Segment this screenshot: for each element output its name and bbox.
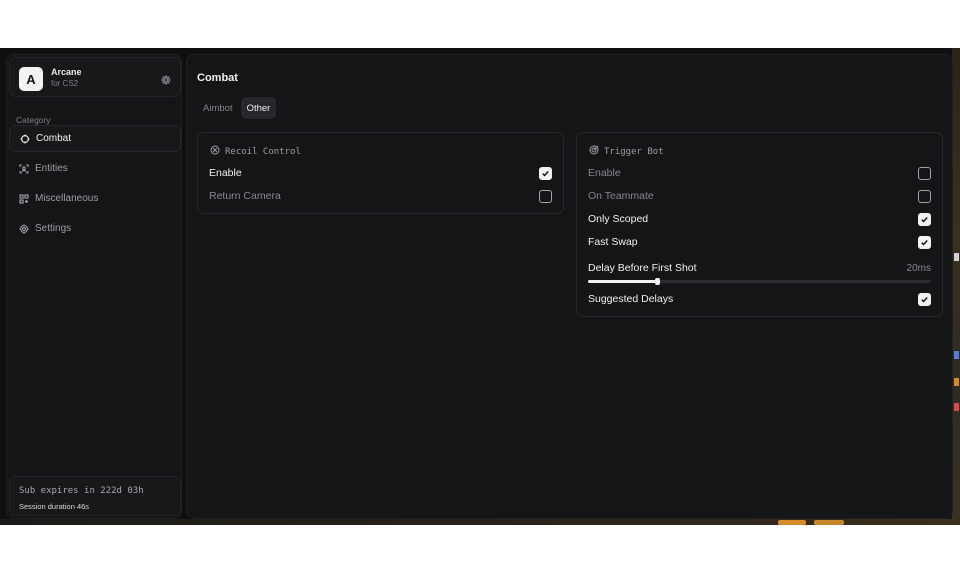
subscription-info: Sub expires in 222d 03h Session duration… bbox=[9, 476, 181, 516]
sidebar-item-settings[interactable]: Settings bbox=[9, 215, 181, 242]
app-window: A Arcane for CS2 Category Combat Entitie… bbox=[0, 48, 960, 525]
sidebar-item-miscellaneous[interactable]: Miscellaneous bbox=[9, 185, 181, 212]
gear-icon[interactable] bbox=[160, 73, 172, 85]
tab-bar: Aimbot Other bbox=[197, 97, 277, 119]
sidebar: A Arcane for CS2 Category Combat Entitie… bbox=[6, 54, 182, 519]
option-label: Fast Swap bbox=[588, 236, 638, 248]
game-background-bottom bbox=[0, 519, 960, 525]
only-scoped-checkbox[interactable] bbox=[918, 212, 931, 226]
game-hud-fragment bbox=[954, 378, 959, 386]
recoil-control-panel: Recoil Control Enable Return Camera bbox=[197, 132, 564, 214]
option-row: Return Camera bbox=[209, 187, 552, 205]
option-label: Only Scoped bbox=[588, 213, 649, 225]
delay-slider-row: Delay Before First Shot 20ms bbox=[588, 259, 931, 277]
panel-title: Recoil Control bbox=[225, 146, 301, 157]
trigger-bot-panel: Trigger Bot Enable On Teammate Only Scop… bbox=[576, 132, 943, 317]
option-row: Suggested Delays bbox=[588, 290, 931, 308]
panel-header: Recoil Control bbox=[210, 145, 301, 158]
option-row: On Teammate bbox=[588, 187, 931, 205]
session-duration: Session duration 46s bbox=[19, 502, 90, 511]
main-content: Combat Aimbot Other Recoil Control Enabl… bbox=[186, 54, 953, 519]
target-icon bbox=[589, 145, 599, 158]
trigger-enable-checkbox[interactable] bbox=[918, 166, 931, 180]
crosshair-icon bbox=[20, 134, 30, 144]
sidebar-item-label: Combat bbox=[36, 133, 72, 144]
slider-fill bbox=[588, 280, 657, 283]
delay-slider[interactable] bbox=[588, 278, 931, 285]
subscription-expiry: Sub expires in 222d 03h bbox=[19, 486, 144, 496]
entities-icon bbox=[19, 163, 29, 174]
slider-label: Delay Before First Shot bbox=[588, 262, 697, 274]
sidebar-item-label: Settings bbox=[35, 223, 72, 234]
game-hud-fragment bbox=[954, 403, 959, 411]
tab-other[interactable]: Other bbox=[240, 97, 277, 119]
brand-logo: A bbox=[19, 67, 43, 91]
panel-title: Trigger Bot bbox=[604, 146, 664, 157]
sidebar-item-entities[interactable]: Entities bbox=[9, 155, 181, 182]
sidebar-item-label: Miscellaneous bbox=[35, 193, 99, 204]
gear-icon bbox=[19, 223, 29, 234]
page-title: Combat bbox=[197, 72, 238, 84]
misc-icon bbox=[19, 193, 29, 204]
brand-name: Arcane bbox=[51, 67, 82, 77]
sidebar-item-label: Entities bbox=[35, 163, 68, 174]
option-label: Enable bbox=[588, 167, 621, 179]
fast-swap-checkbox[interactable] bbox=[918, 235, 931, 249]
slider-thumb[interactable] bbox=[654, 278, 660, 285]
slider-value: 20ms bbox=[906, 262, 931, 274]
option-row: Enable bbox=[209, 164, 552, 182]
game-background-edge bbox=[952, 48, 960, 525]
return-camera-checkbox[interactable] bbox=[539, 189, 552, 203]
sidebar-item-combat[interactable]: Combat bbox=[9, 125, 181, 152]
recoil-icon bbox=[210, 145, 220, 158]
enable-checkbox[interactable] bbox=[539, 166, 552, 180]
brand-header: A Arcane for CS2 bbox=[9, 57, 181, 97]
tab-aimbot[interactable]: Aimbot bbox=[197, 97, 239, 119]
option-row: Enable bbox=[588, 164, 931, 182]
option-label: On Teammate bbox=[588, 190, 654, 202]
option-row: Fast Swap bbox=[588, 233, 931, 251]
panel-header: Trigger Bot bbox=[589, 145, 664, 158]
game-hud-fragment bbox=[954, 253, 959, 261]
on-teammate-checkbox[interactable] bbox=[918, 189, 931, 203]
suggested-delays-checkbox[interactable] bbox=[918, 292, 931, 306]
brand-subtitle: for CS2 bbox=[51, 79, 79, 88]
option-row: Only Scoped bbox=[588, 210, 931, 228]
option-label: Suggested Delays bbox=[588, 293, 674, 305]
option-label: Return Camera bbox=[209, 190, 281, 202]
category-label: Category bbox=[16, 115, 51, 125]
option-label: Enable bbox=[209, 167, 242, 179]
game-hud-fragment bbox=[954, 351, 959, 359]
